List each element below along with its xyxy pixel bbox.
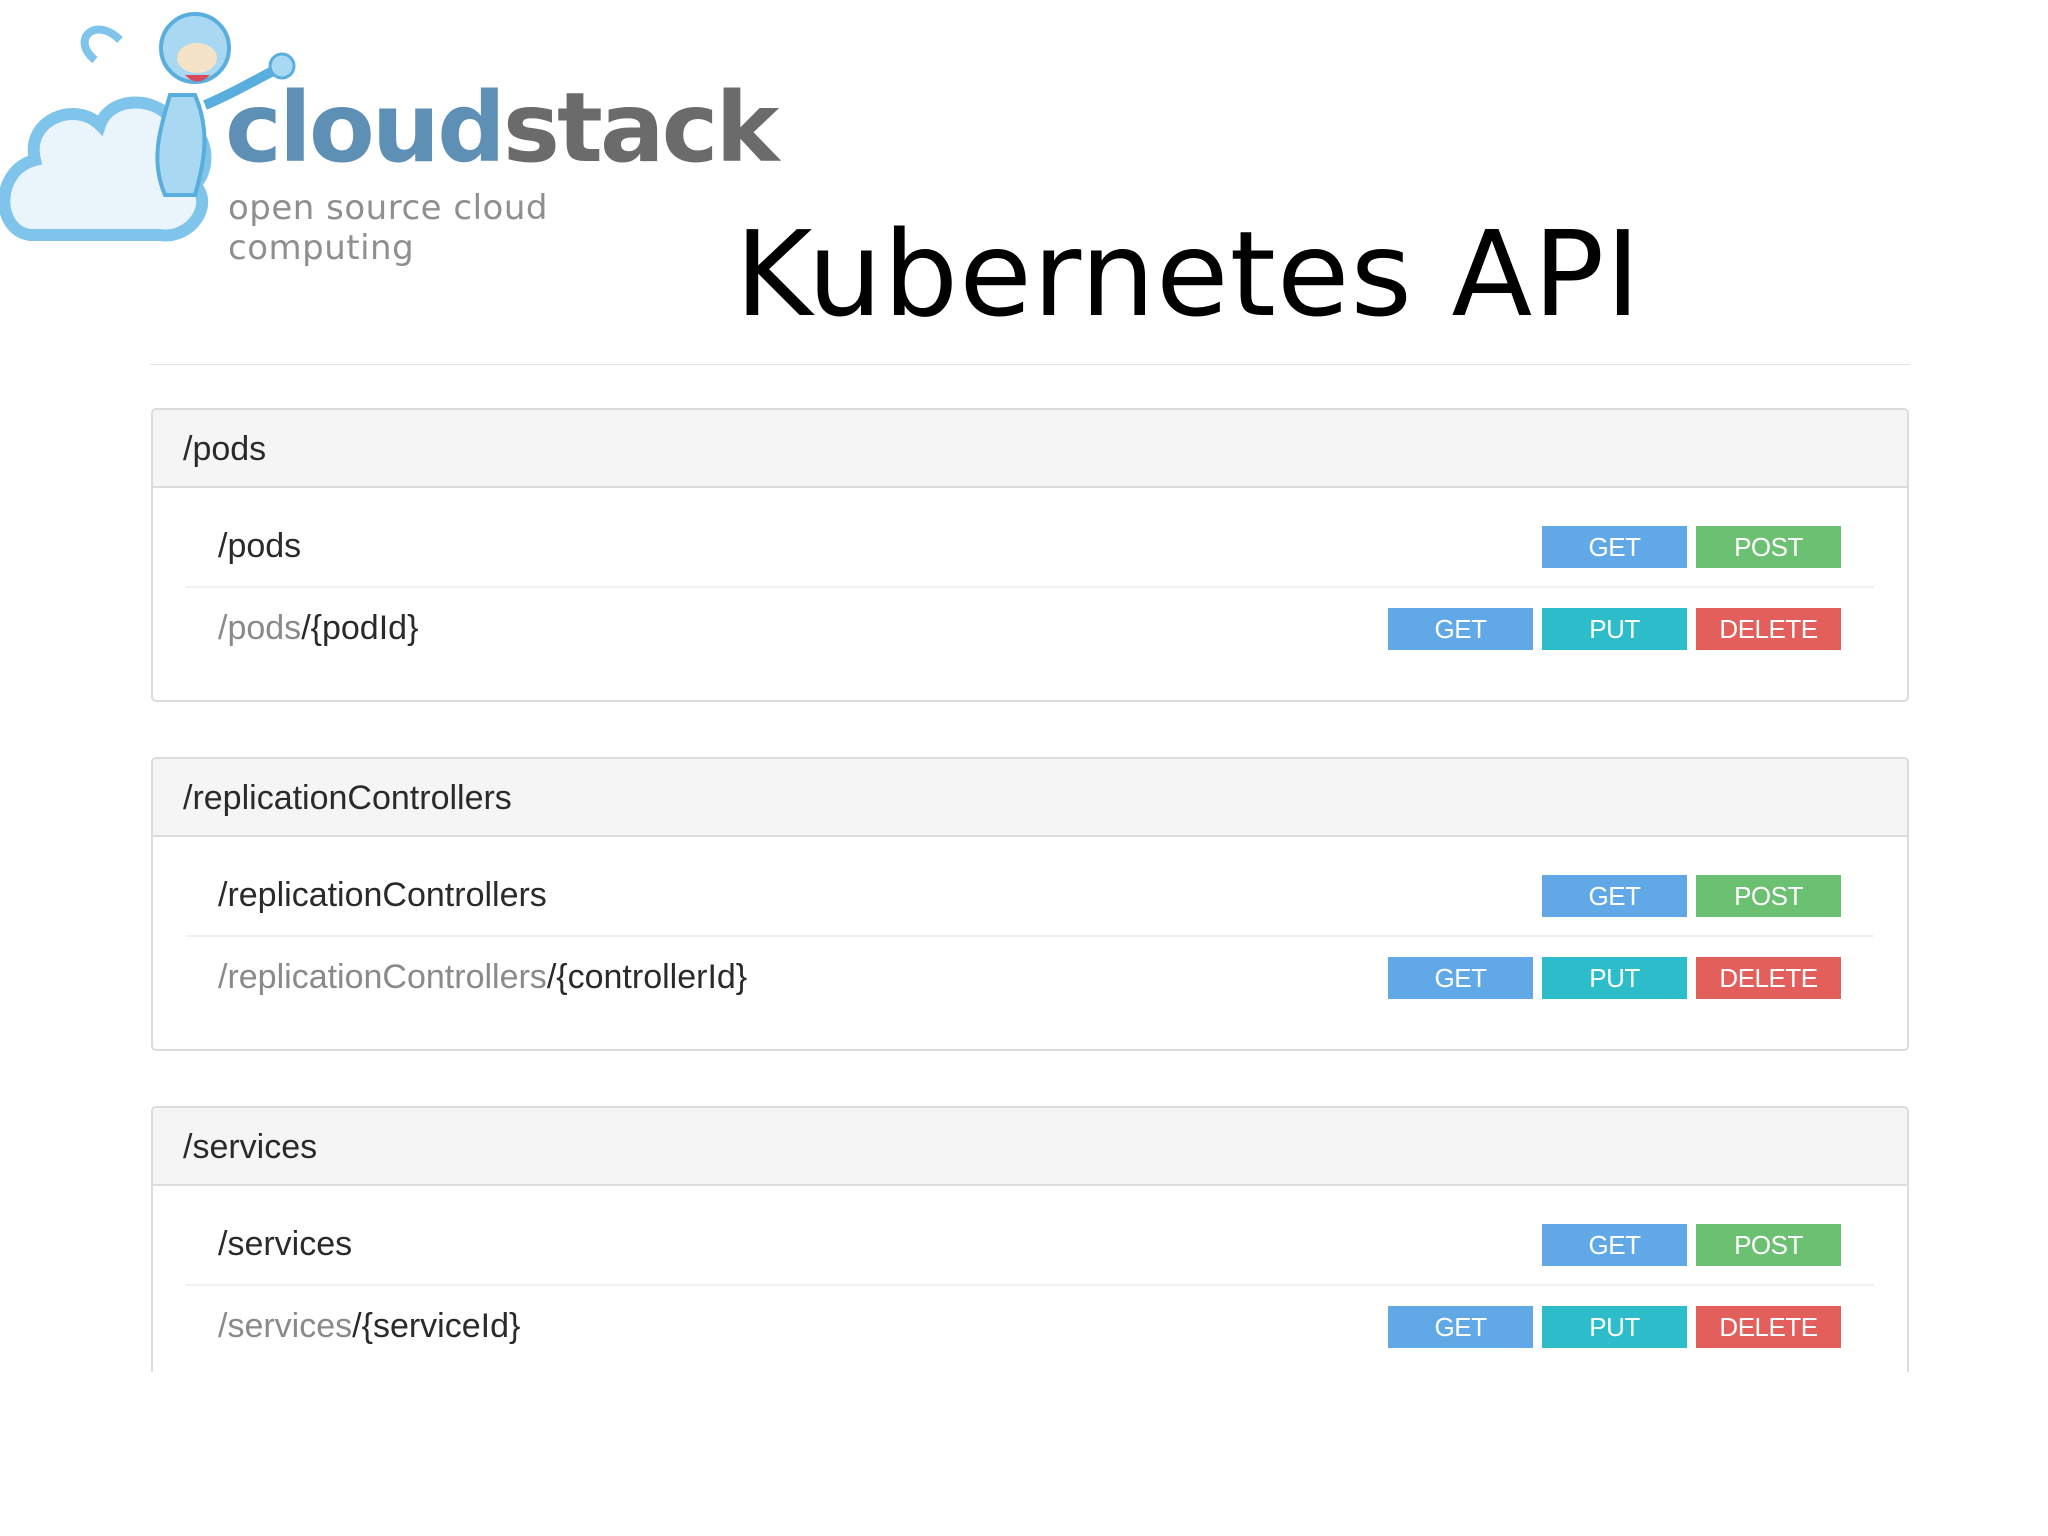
section-pods: /pods /pods GET POST /pods/{podId} GET P… bbox=[151, 408, 1909, 702]
get-button[interactable]: GET bbox=[1388, 608, 1533, 650]
endpoint-row[interactable]: /replicationControllers GET POST bbox=[186, 855, 1874, 935]
post-button[interactable]: POST bbox=[1696, 526, 1841, 568]
logo-tagline: open source cloud computing bbox=[228, 188, 548, 268]
endpoint-row[interactable]: /pods GET POST bbox=[186, 506, 1874, 586]
section-header[interactable]: /replicationControllers bbox=[153, 759, 1907, 837]
section-replication-controllers: /replicationControllers /replicationCont… bbox=[151, 757, 1909, 1051]
get-button[interactable]: GET bbox=[1542, 526, 1687, 568]
post-button[interactable]: POST bbox=[1696, 1224, 1841, 1266]
cloudstack-logo: cloudstack open source cloud computing bbox=[0, 0, 779, 268]
endpoint-row[interactable]: /replicationControllers/{controllerId} G… bbox=[186, 935, 1874, 1017]
endpoint-path: /services bbox=[218, 1225, 353, 1263]
delete-button[interactable]: DELETE bbox=[1696, 1306, 1841, 1348]
delete-button[interactable]: DELETE bbox=[1696, 957, 1841, 999]
endpoint-row[interactable]: /pods/{podId} GET PUT DELETE bbox=[186, 586, 1874, 668]
get-button[interactable]: GET bbox=[1388, 1306, 1533, 1348]
endpoint-row[interactable]: /services GET POST bbox=[186, 1204, 1874, 1284]
section-header[interactable]: /pods bbox=[153, 410, 1907, 488]
logo-wordmark: cloudstack bbox=[225, 72, 779, 184]
endpoint-path: /replicationControllers/{controllerId} bbox=[218, 958, 748, 996]
get-button[interactable]: GET bbox=[1388, 957, 1533, 999]
get-button[interactable]: GET bbox=[1542, 875, 1687, 917]
get-button[interactable]: GET bbox=[1542, 1224, 1687, 1266]
title-divider bbox=[150, 364, 1910, 365]
section-services: /services /services GET POST /services/{… bbox=[151, 1106, 1909, 1372]
endpoint-row[interactable]: /services/{serviceId} GET PUT DELETE bbox=[186, 1284, 1874, 1366]
section-header[interactable]: /services bbox=[153, 1108, 1907, 1186]
put-button[interactable]: PUT bbox=[1542, 957, 1687, 999]
delete-button[interactable]: DELETE bbox=[1696, 608, 1841, 650]
post-button[interactable]: POST bbox=[1696, 875, 1841, 917]
endpoint-path: /services/{serviceId} bbox=[218, 1307, 521, 1345]
put-button[interactable]: PUT bbox=[1542, 1306, 1687, 1348]
endpoint-path: /replicationControllers bbox=[218, 876, 547, 914]
put-button[interactable]: PUT bbox=[1542, 608, 1687, 650]
page-title: Kubernetes API bbox=[735, 205, 1642, 343]
endpoint-path: /pods bbox=[218, 527, 302, 565]
endpoint-path: /pods/{podId} bbox=[218, 609, 419, 647]
